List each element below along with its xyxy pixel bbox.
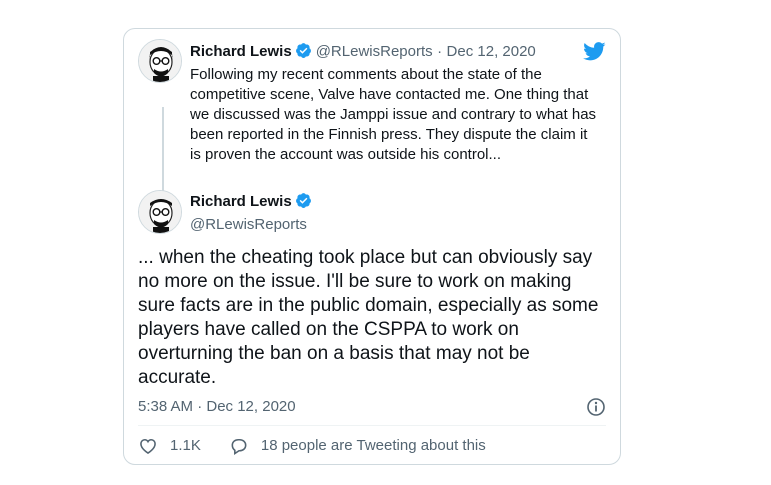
verified-badge-icon — [295, 192, 312, 215]
author-handle[interactable]: @RLewisReports — [190, 215, 316, 235]
quoted-tweet-header: Richard Lewis @RLewisReports · Dec 12, 20… — [190, 42, 536, 65]
conversation-button[interactable]: 18 people are Tweeting about this — [229, 436, 486, 456]
tweet-date[interactable]: Dec 12, 2020 — [447, 43, 536, 60]
main-tweet-text: ... when the cheating took place but can… — [138, 247, 599, 388]
like-button[interactable]: 1.1K — [138, 436, 201, 456]
main-tweet-header: Richard Lewis @RLewisReports — [190, 192, 316, 235]
author-name[interactable]: Richard Lewis — [190, 43, 292, 60]
thread-connector-line — [162, 107, 164, 199]
reply-bubble-icon — [231, 438, 247, 455]
divider — [138, 425, 606, 426]
like-count: 1.1K — [170, 437, 201, 454]
author-handle[interactable]: @RLewisReports — [316, 43, 433, 60]
conversation-text: 18 people are Tweeting about this — [260, 437, 486, 454]
verified-badge-icon — [295, 42, 312, 65]
separator-dot: · — [437, 43, 443, 60]
twitter-bird-icon[interactable] — [583, 42, 606, 66]
info-icon[interactable] — [586, 397, 606, 422]
tweet-actions: 1.1K 18 people are Tweeting about this — [138, 436, 486, 456]
avatar[interactable] — [138, 190, 182, 234]
heart-icon — [140, 438, 156, 455]
tweet-timestamp[interactable]: 5:38 AM · Dec 12, 2020 — [138, 397, 296, 417]
author-name[interactable]: Richard Lewis — [190, 193, 292, 210]
quoted-tweet-text: Following my recent comments about the s… — [190, 66, 597, 163]
avatar[interactable] — [138, 39, 182, 83]
tweet-embed-card: Richard Lewis @RLewisReports · Dec 12, 20… — [123, 28, 621, 465]
